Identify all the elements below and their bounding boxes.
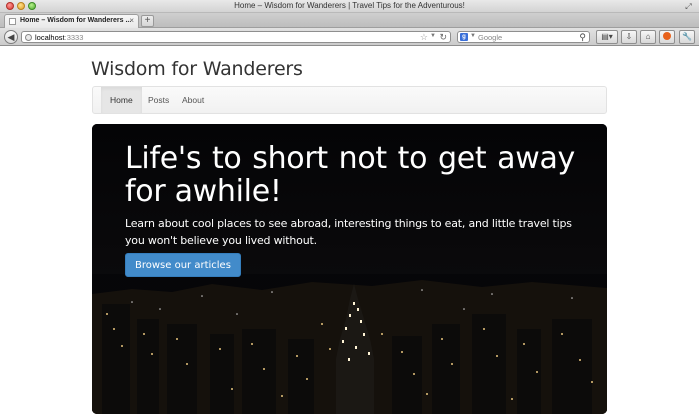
browser-toolbar: ◀ localhost:3333 ☆ ▼ ↻ g ▼ Google ⚲ ▤▾ ⇩…: [0, 28, 699, 46]
site-navbar: Home Posts About: [92, 86, 607, 114]
magnifier-icon[interactable]: ⚲: [579, 32, 586, 43]
url-port: :3333: [64, 33, 84, 42]
hero-heading: Life's to short not to get away for awhi…: [125, 141, 575, 209]
tab-close-icon[interactable]: ×: [129, 16, 134, 25]
wrench-icon[interactable]: 🔧: [679, 30, 695, 44]
star-icon[interactable]: ☆: [420, 32, 428, 43]
url-text[interactable]: localhost:3333: [35, 33, 83, 42]
browse-articles-button[interactable]: Browse our articles: [125, 253, 241, 277]
history-dropdown-icon[interactable]: ▼: [430, 33, 436, 39]
search-bar[interactable]: g ▼ Google ⚲: [457, 31, 590, 43]
address-bar[interactable]: localhost:3333 ☆ ▼ ↻: [21, 31, 451, 43]
browser-tab[interactable]: Home – Wisdom for Wanderers ... ×: [4, 14, 139, 28]
url-host: localhost: [35, 33, 65, 42]
window-titlebar: Home – Wisdom for Wanderers | Travel Tip…: [0, 0, 699, 13]
page-icon: [9, 18, 16, 25]
hero-description: Learn about cool places to see abroad, i…: [125, 217, 572, 247]
firebug-icon[interactable]: [659, 30, 675, 44]
download-icon[interactable]: ⇩: [621, 30, 637, 44]
nav-about-link[interactable]: About: [173, 87, 213, 113]
fullscreen-icon[interactable]: ⤢: [684, 2, 693, 11]
home-icon[interactable]: ⌂: [640, 30, 656, 44]
new-tab-button[interactable]: +: [141, 15, 154, 27]
globe-icon: [25, 34, 32, 41]
site-brand[interactable]: Wisdom for Wanderers: [91, 58, 303, 80]
reload-icon[interactable]: ↻: [439, 32, 447, 43]
search-placeholder: Google: [478, 33, 503, 42]
bookmarks-icon[interactable]: ▤▾: [596, 30, 618, 44]
window-title: Home – Wisdom for Wanderers | Travel Tip…: [234, 1, 465, 10]
hero-jumbotron: Life's to short not to get away for awhi…: [92, 124, 607, 414]
tab-title: Home – Wisdom for Wanderers ...: [20, 17, 132, 24]
nav-home-link[interactable]: Home: [101, 87, 142, 113]
search-engine-dropdown-icon[interactable]: ▼: [470, 33, 476, 39]
back-button[interactable]: ◀: [4, 30, 18, 44]
tab-strip: Home – Wisdom for Wanderers ... × +: [0, 13, 699, 28]
search-engine-icon[interactable]: g: [460, 33, 468, 41]
